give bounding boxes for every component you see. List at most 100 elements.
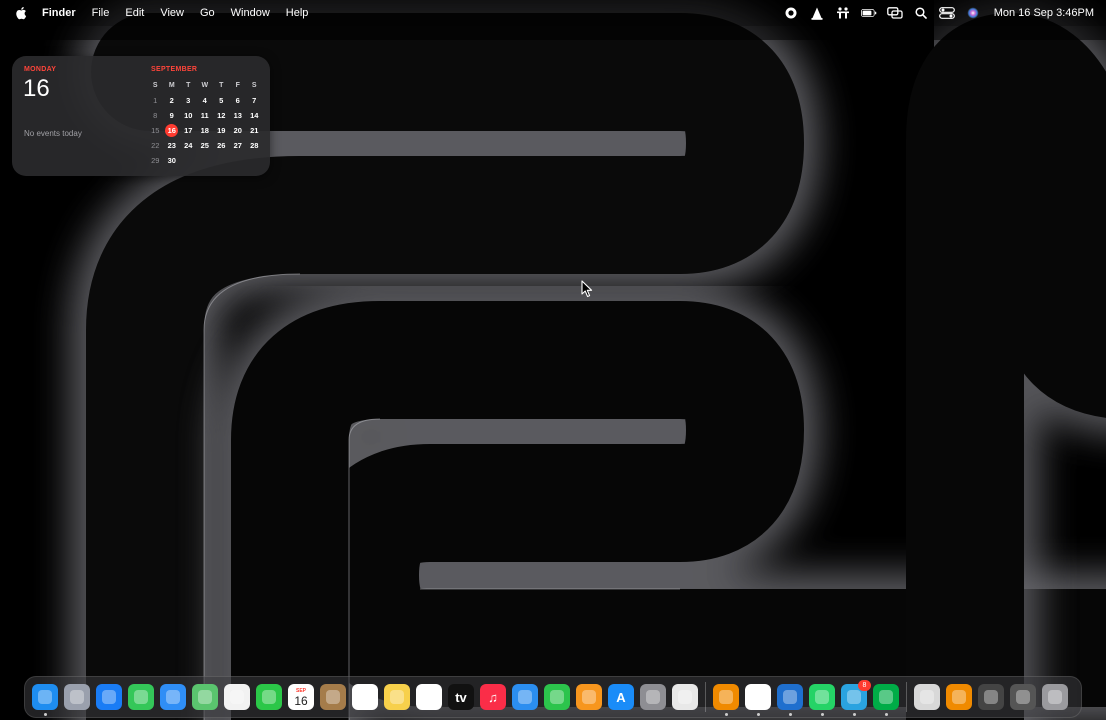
- calendar-day-3: 3: [186, 96, 191, 105]
- dock-icon-art: [1016, 690, 1030, 704]
- weekday-header: T: [219, 82, 224, 89]
- dock-icon-glyph: A: [616, 689, 626, 705]
- pages-icon[interactable]: [576, 684, 602, 710]
- facetime-icon[interactable]: [256, 684, 282, 710]
- calendar-day-27: 27: [233, 141, 242, 150]
- mouse-cursor-icon: [581, 280, 593, 298]
- calendar-icon[interactable]: SEP 16: [288, 684, 314, 710]
- widget-month-name: SEPTEMBER: [151, 66, 198, 73]
- screen-mirroring-icon[interactable]: [886, 5, 903, 21]
- dock-icon-art: [358, 690, 372, 704]
- menu-file[interactable]: File: [84, 7, 118, 19]
- menu-app-finder[interactable]: Finder: [34, 7, 84, 19]
- calendar-day-24: 24: [184, 141, 193, 150]
- siri-icon[interactable]: [965, 5, 981, 21]
- downloads-stack-icon[interactable]: [978, 684, 1004, 710]
- photos-icon[interactable]: [224, 684, 250, 710]
- dock-separator: [906, 682, 907, 712]
- dock-icon-art: [550, 690, 564, 704]
- vlc-icon[interactable]: [713, 684, 739, 716]
- menu-go[interactable]: Go: [192, 7, 223, 19]
- dock-icon-art: [262, 690, 276, 704]
- running-indicator: [724, 713, 728, 716]
- dock-icon-art: [847, 690, 861, 704]
- weekday-header: S: [251, 82, 257, 89]
- calendar-day-20: 20: [233, 126, 242, 135]
- dock-icon-art: [1048, 690, 1062, 704]
- music-icon[interactable]: ♫: [480, 684, 506, 710]
- archive-icon[interactable]: [914, 684, 940, 710]
- app-store-icon[interactable]: A: [608, 684, 634, 710]
- dock-icon-art: [166, 690, 180, 704]
- calendar-day-7: 7: [252, 96, 257, 105]
- numbers-icon[interactable]: [544, 684, 570, 710]
- maps-icon[interactable]: [192, 684, 218, 710]
- running-indicator: [820, 713, 824, 716]
- messages-icon[interactable]: [128, 684, 154, 710]
- control-center-icon[interactable]: [938, 5, 955, 21]
- reminders-icon[interactable]: [352, 684, 378, 710]
- running-indicator: [756, 713, 760, 716]
- menu-view[interactable]: View: [152, 7, 192, 19]
- menu-bar-clock[interactable]: Mon 16 Sep 3:46PM: [994, 7, 1094, 19]
- accessibility-icon[interactable]: [835, 5, 851, 21]
- whatsapp-icon[interactable]: [809, 684, 835, 716]
- menu-bar: Finder File Edit View Go Window Help Mon…: [0, 0, 1106, 26]
- trash-icon[interactable]: [1042, 684, 1068, 710]
- calendar-week-row: 22 23 24 25 26 27 28: [147, 138, 263, 153]
- safari-icon[interactable]: [96, 684, 122, 710]
- calendar-week-row: 1 2 3 4 5 6 7: [147, 93, 263, 108]
- chrome-icon[interactable]: [745, 684, 771, 716]
- apple-menu-icon[interactable]: [14, 5, 28, 21]
- battery-icon[interactable]: [860, 5, 877, 21]
- vlc-installer-icon[interactable]: [946, 684, 972, 710]
- calendar-day-12: 12: [217, 111, 226, 120]
- dock-icon-art: [783, 690, 797, 704]
- weekday-header-row: SMTWTFS: [147, 78, 263, 93]
- calendar-widget[interactable]: MONDAY 16 No events today SEPTEMBER SMTW…: [12, 56, 270, 176]
- menu-window[interactable]: Window: [223, 7, 278, 19]
- weekday-header: F: [235, 82, 240, 89]
- dock-icon-art: [390, 690, 404, 704]
- screen-record-icon[interactable]: [783, 5, 799, 21]
- calendar-day-8: 8: [153, 111, 158, 120]
- dock-icon-glyph: ♫: [488, 689, 498, 705]
- spotlight-search-icon[interactable]: [913, 5, 929, 21]
- calendar-day-22: 22: [151, 141, 160, 150]
- widget-events-text: No events today: [24, 129, 82, 138]
- vscode-icon[interactable]: [777, 684, 803, 716]
- running-indicator: [43, 713, 47, 716]
- dock-icon-art: [678, 690, 692, 704]
- weekday-header: M: [168, 82, 175, 89]
- dock-icon-art: [719, 690, 733, 704]
- apple-tv-icon[interactable]: tv: [448, 684, 474, 710]
- dock-icon-art: [984, 690, 998, 704]
- google-chat-icon[interactable]: [873, 684, 899, 716]
- dock-icon-glyph: tv: [455, 689, 467, 705]
- keynote-icon[interactable]: [512, 684, 538, 710]
- freeform-icon[interactable]: [416, 684, 442, 710]
- launchpad-icon[interactable]: [64, 684, 90, 710]
- notes-icon[interactable]: [384, 684, 410, 710]
- calendar-day-25: 25: [200, 141, 209, 150]
- menu-edit[interactable]: Edit: [117, 7, 152, 19]
- menu-help[interactable]: Help: [278, 7, 317, 19]
- mail-icon[interactable]: [160, 684, 186, 710]
- calendar-day-11: 11: [200, 111, 209, 120]
- dock: SEP 16 tv ♫ A 8: [24, 676, 1082, 718]
- dock-icon-art: [952, 690, 966, 704]
- script-editor-icon[interactable]: [672, 684, 698, 710]
- calendar-day-15: 15: [151, 126, 160, 135]
- dock-icon-art: [879, 690, 893, 704]
- system-settings-icon[interactable]: [640, 684, 666, 710]
- telegram-icon[interactable]: 8: [841, 680, 871, 716]
- calendar-day-2: 2: [169, 96, 174, 105]
- dock-icon-art: [422, 690, 436, 704]
- calendar-day-21: 21: [250, 126, 259, 135]
- finder-icon[interactable]: [32, 684, 58, 716]
- contacts-icon[interactable]: [320, 684, 346, 710]
- calendar-day-10: 10: [184, 111, 193, 120]
- vlc-status-icon[interactable]: [809, 5, 825, 21]
- screenshots-stack-icon[interactable]: [1010, 684, 1036, 710]
- dock-calendar-day: 16: [294, 693, 308, 708]
